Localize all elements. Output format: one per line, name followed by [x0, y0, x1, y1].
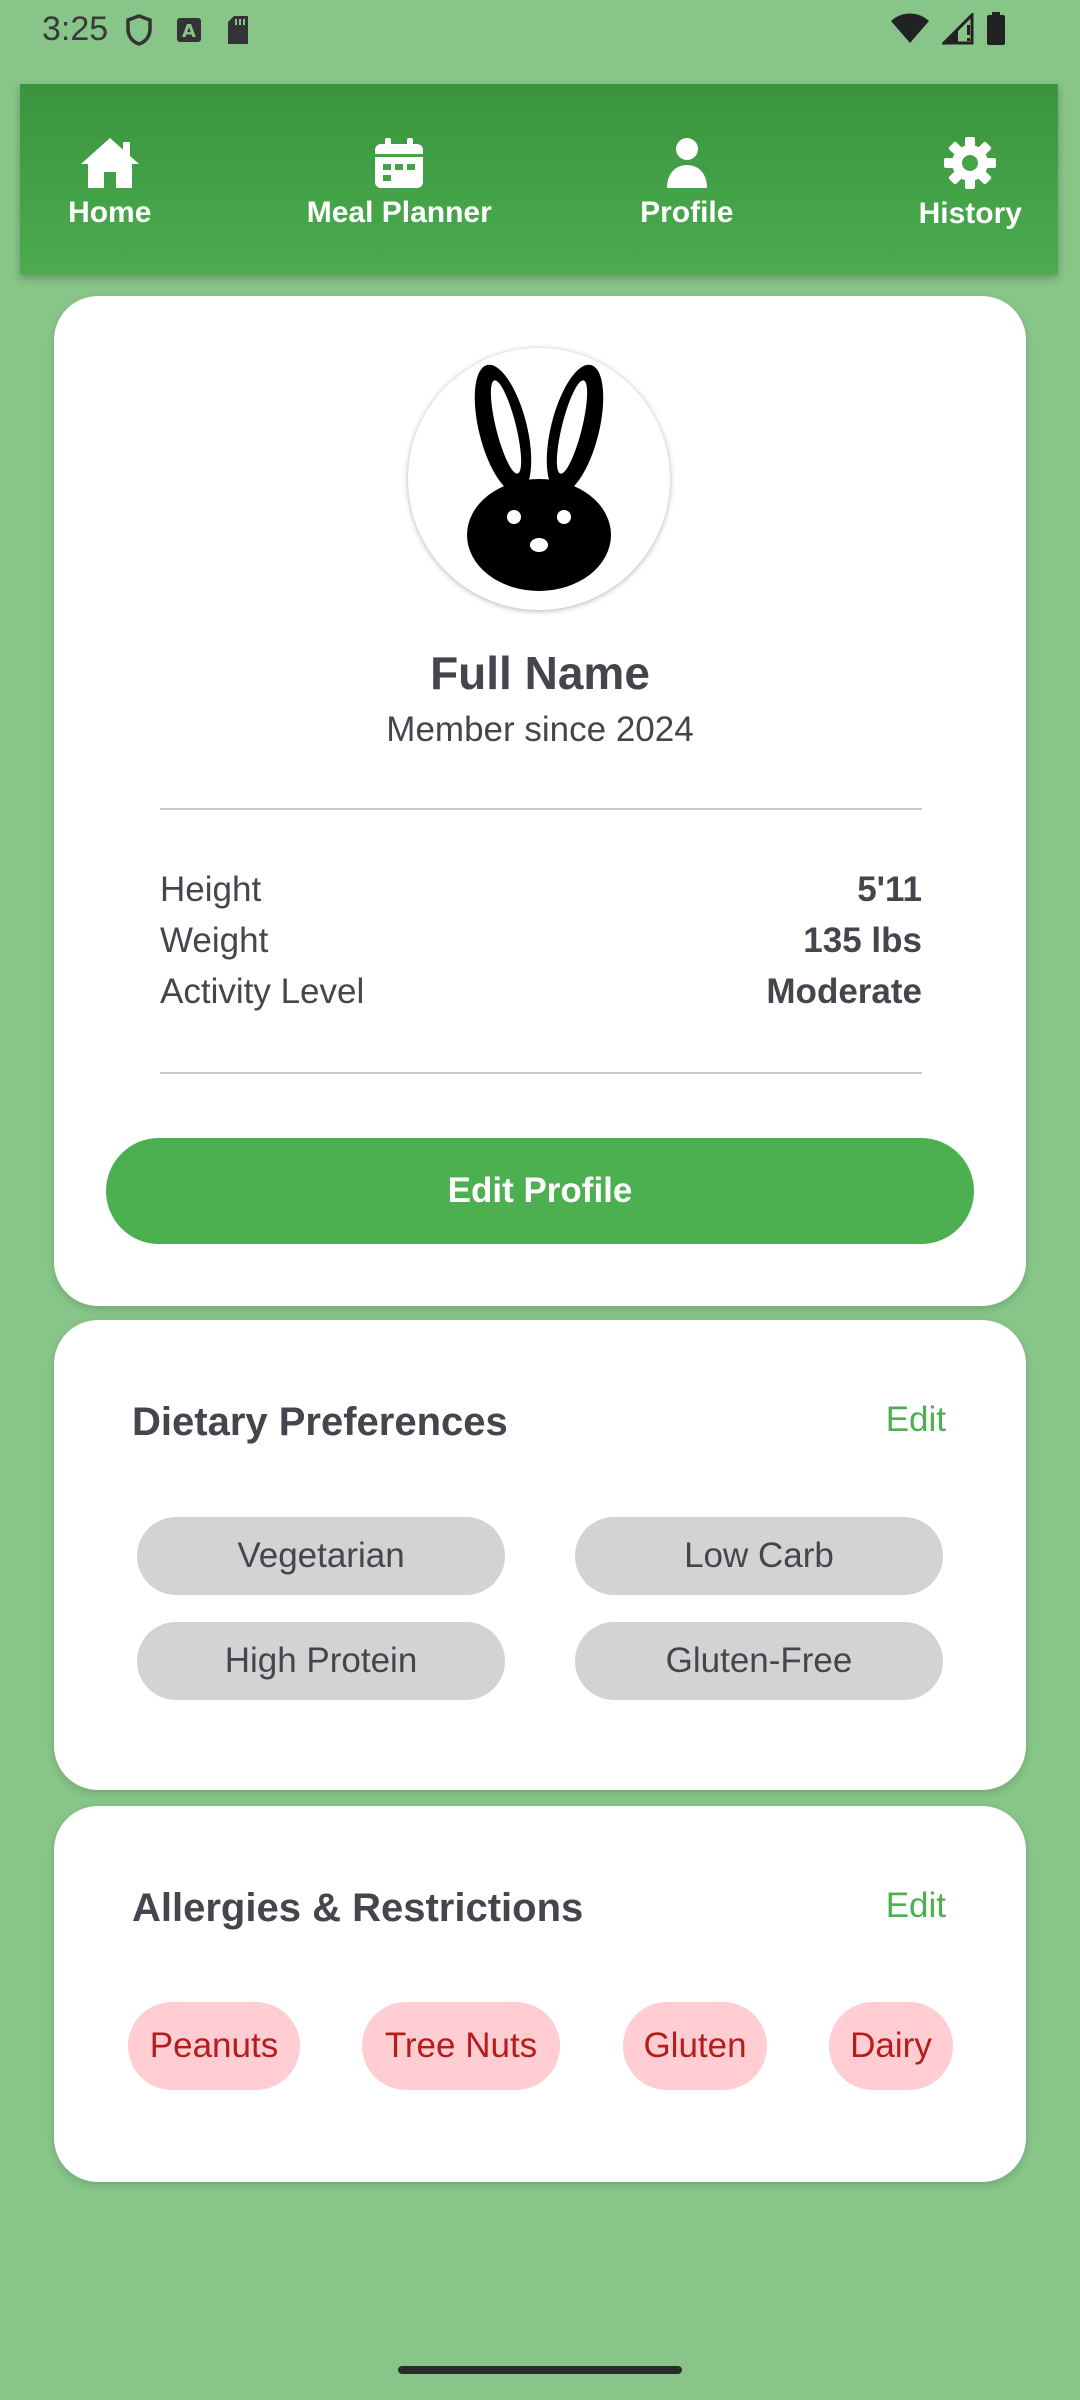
shield-icon: [126, 14, 152, 51]
allergy-chip-dairy[interactable]: Dairy: [829, 2002, 953, 2090]
member-since: Member since 2024: [386, 710, 694, 749]
status-icons-right: [890, 11, 1006, 51]
wifi-icon: [890, 13, 930, 50]
nav-item-meal-planner[interactable]: Meal Planner: [270, 84, 530, 274]
edit-profile-button[interactable]: Edit Profile: [106, 1138, 974, 1244]
avatar[interactable]: [408, 348, 670, 610]
nav-label-home: Home: [68, 196, 152, 229]
stat-value: 5'11: [857, 870, 922, 909]
signal-icon: [940, 11, 974, 50]
battery-icon: [986, 12, 1006, 51]
person-icon: [665, 136, 709, 196]
sd-card-icon: [226, 15, 250, 50]
dietary-preferences-card: Dietary Preferences Edit Vegetarian Low …: [54, 1320, 1026, 1790]
nav-item-home[interactable]: Home: [0, 84, 240, 274]
nav-item-profile[interactable]: Profile: [557, 84, 817, 274]
stat-row-activity-level: Activity Level Moderate: [160, 972, 922, 1012]
svg-text:A: A: [182, 21, 196, 42]
dietary-preferences-title: Dietary Preferences: [132, 1400, 508, 1444]
diet-chip-vegetarian[interactable]: Vegetarian: [137, 1517, 505, 1595]
profile-card: Full Name Member since 2024 Height 5'11 …: [54, 296, 1026, 1306]
stat-label: Height: [160, 870, 262, 909]
allergies-edit-link[interactable]: Edit: [886, 1886, 946, 1926]
rabbit-icon: [459, 357, 619, 602]
divider: [160, 1072, 922, 1074]
dietary-edit-link[interactable]: Edit: [886, 1400, 946, 1440]
diet-chip-gluten-free[interactable]: Gluten-Free: [575, 1622, 943, 1700]
allergy-chip-tree-nuts[interactable]: Tree Nuts: [362, 2002, 560, 2090]
nav-item-history[interactable]: History: [841, 84, 1080, 274]
divider: [160, 808, 922, 810]
nav-label-profile: Profile: [640, 196, 734, 229]
gear-icon: [942, 135, 998, 197]
home-icon: [79, 136, 141, 196]
status-icons-left: A: [126, 14, 250, 51]
diet-chip-low-carb[interactable]: Low Carb: [575, 1517, 943, 1595]
stat-row-weight: Weight 135 lbs: [160, 921, 922, 961]
stat-value: Moderate: [766, 972, 922, 1011]
stat-label: Activity Level: [160, 972, 365, 1011]
allergy-chip-gluten[interactable]: Gluten: [623, 2002, 767, 2090]
diet-chip-high-protein[interactable]: High Protein: [137, 1622, 505, 1700]
allergies-card: Allergies & Restrictions Edit Peanuts Tr…: [54, 1806, 1026, 2182]
nav-label-history: History: [918, 197, 1022, 230]
calendar-icon: [373, 136, 425, 196]
stat-row-height: Height 5'11: [160, 870, 922, 910]
stat-label: Weight: [160, 921, 269, 960]
gesture-bar[interactable]: [398, 2366, 682, 2374]
status-bar: 3:25 A: [0, 0, 1080, 62]
nav-label-meal-planner: Meal Planner: [306, 196, 492, 229]
a-badge-icon: A: [176, 17, 202, 48]
profile-name: Full Name: [430, 647, 650, 699]
status-time: 3:25: [42, 10, 109, 48]
stat-value: 135 lbs: [803, 921, 922, 960]
top-navigation: Home Meal Planner Profile History: [20, 84, 1058, 274]
allergy-chip-peanuts[interactable]: Peanuts: [128, 2002, 300, 2090]
allergies-title: Allergies & Restrictions: [132, 1886, 584, 1930]
